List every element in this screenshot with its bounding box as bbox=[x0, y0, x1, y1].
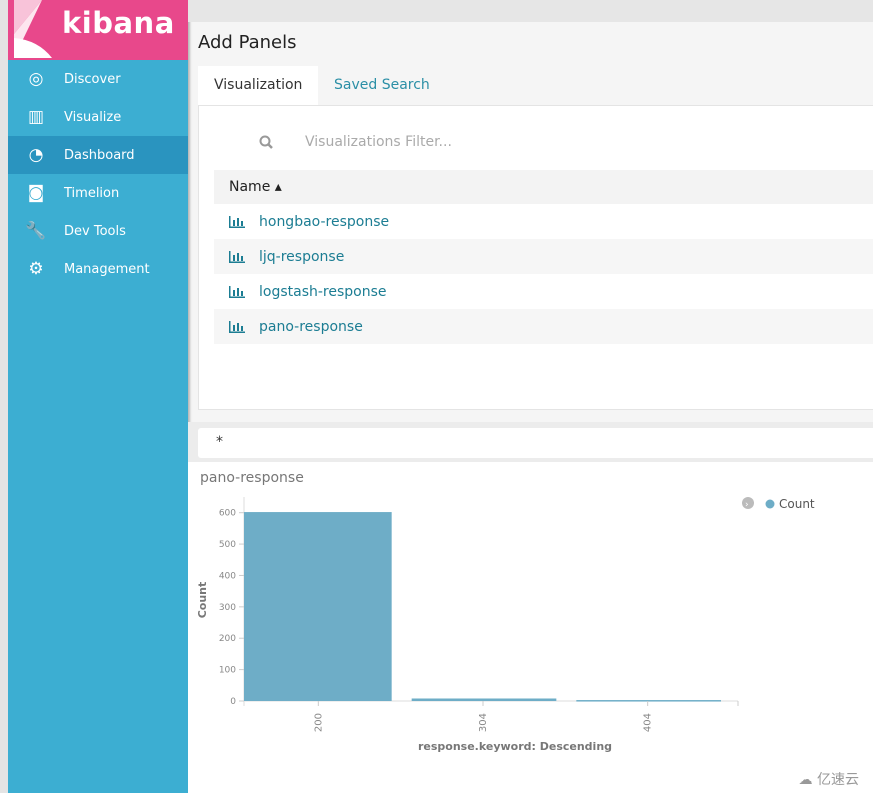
sidebar-item-discover[interactable]: ◎ Discover bbox=[8, 60, 188, 98]
sidebar-item-label: Visualize bbox=[64, 109, 122, 125]
search-icon bbox=[259, 135, 273, 149]
visualization-title: pano-response bbox=[200, 470, 304, 486]
sidebar-item-label: Discover bbox=[64, 71, 121, 87]
bar-chart-icon: ▥ bbox=[27, 107, 45, 127]
left-edge bbox=[0, 0, 8, 793]
visualizations-filter-input[interactable]: Visualizations Filter... bbox=[305, 134, 452, 150]
query-input[interactable]: * bbox=[198, 428, 873, 458]
dashboard-gauge-icon: ◔ bbox=[28, 145, 44, 165]
sidebar-item-timelion[interactable]: ◙ Timelion bbox=[8, 174, 188, 212]
add-panels-list: Visualizations Filter... Name ▴ hongbao-… bbox=[198, 105, 873, 410]
bar-chart-icon bbox=[229, 215, 245, 228]
sidebar: kibana ◎ Discover ▥ Visualize ◔ Dashboard ◙ Tim… bbox=[8, 0, 188, 793]
visualization-link[interactable]: logstash-response bbox=[259, 284, 387, 300]
gear-icon: ⚙ bbox=[28, 259, 44, 279]
visualization-panel bbox=[188, 462, 873, 793]
sidebar-item-label: Management bbox=[64, 261, 150, 277]
list-item[interactable]: logstash-response bbox=[214, 274, 873, 309]
bar-chart-icon bbox=[229, 285, 245, 298]
visualization-link[interactable]: hongbao-response bbox=[259, 214, 389, 230]
brand-name: kibana bbox=[62, 6, 175, 40]
sidebar-item-visualize[interactable]: ▥ Visualize bbox=[8, 98, 188, 136]
sidebar-item-dev-tools[interactable]: 🔧 Dev Tools bbox=[8, 212, 188, 250]
sidebar-item-label: Dev Tools bbox=[64, 223, 126, 239]
kibana-logo-icon bbox=[14, 0, 52, 58]
sidebar-item-label: Dashboard bbox=[64, 147, 135, 163]
tab-visualization[interactable]: Visualization bbox=[198, 66, 319, 106]
wrench-icon: 🔧 bbox=[25, 221, 47, 241]
name-column-header[interactable]: Name ▴ bbox=[214, 170, 873, 204]
compass-icon: ◎ bbox=[28, 69, 44, 89]
sidebar-item-dashboard[interactable]: ◔ Dashboard bbox=[8, 136, 188, 174]
bear-icon: ◙ bbox=[27, 183, 45, 203]
visualization-link[interactable]: pano-response bbox=[259, 319, 363, 335]
bar-chart-icon bbox=[229, 250, 245, 263]
tab-saved-search[interactable]: Saved Search bbox=[318, 66, 446, 106]
page-title: Add Panels bbox=[198, 32, 297, 53]
bar-chart-icon bbox=[229, 320, 245, 333]
sidebar-item-management[interactable]: ⚙ Management bbox=[8, 250, 188, 288]
list-item[interactable]: ljq-response bbox=[214, 239, 873, 274]
filter-search[interactable]: Visualizations Filter... bbox=[259, 134, 452, 150]
list-item[interactable]: pano-response bbox=[214, 309, 873, 344]
watermark-logo: ☁ 亿速云 bbox=[798, 772, 859, 788]
kibana-logo[interactable]: kibana bbox=[8, 0, 188, 60]
visualization-link[interactable]: ljq-response bbox=[259, 249, 344, 265]
list-item[interactable]: hongbao-response bbox=[214, 204, 873, 239]
top-bar bbox=[188, 0, 873, 22]
sidebar-item-label: Timelion bbox=[64, 185, 120, 201]
